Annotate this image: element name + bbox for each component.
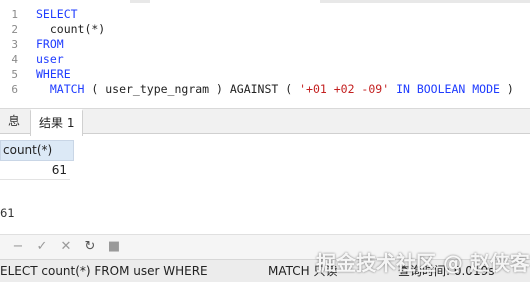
code-token: IN BOOLEAN MODE: [396, 82, 500, 96]
code-token: ): [499, 82, 514, 96]
check-icon[interactable]: ✓: [34, 239, 50, 255]
result-tabbar: 息 结果 1: [0, 109, 530, 136]
sql-editor[interactable]: 1 SELECT 2 count(*) 3 FROM 4 user 5 WHERE 6 MATCH…: [0, 3, 530, 109]
watermark: 掘金技术社区 @ 赵侠客: [316, 251, 530, 275]
code-text: count(*): [36, 22, 105, 37]
line-number: 6: [11, 83, 18, 96]
code-token: FROM: [36, 37, 64, 51]
table-cell[interactable]: 61: [0, 161, 70, 180]
refresh-icon[interactable]: ↻: [82, 239, 98, 255]
tab-result-1[interactable]: 结果 1: [30, 109, 84, 136]
code-token: ( user_type_ngram ) AGAINST (: [84, 82, 300, 96]
cancel-icon[interactable]: ✕: [58, 239, 74, 255]
minus-icon[interactable]: −: [10, 239, 26, 255]
code-token: '+01 +02 -09': [299, 82, 390, 96]
tab-info[interactable]: 息: [0, 109, 28, 133]
line-number: 5: [11, 68, 18, 81]
column-header-count[interactable]: count(*): [0, 140, 74, 161]
code-token: SELECT: [36, 7, 78, 21]
code-text: user: [36, 52, 64, 67]
stop-icon[interactable]: ■: [106, 239, 122, 255]
code-token: WHERE: [36, 67, 71, 81]
code-token: MATCH: [36, 82, 85, 96]
line-number: 2: [11, 23, 18, 36]
code-token: user: [36, 52, 64, 66]
line-number: 3: [11, 38, 18, 51]
code-token: count(*): [36, 22, 106, 36]
code-text: FROM: [36, 37, 64, 52]
row-count-text: 61: [0, 206, 15, 220]
line-number: 1: [11, 8, 18, 21]
line-number: 4: [11, 53, 18, 66]
status-query-text: ELECT count(*) FROM user WHERE: [0, 264, 208, 278]
code-text: MATCH ( user_type_ngram ) AGAINST ( '+01…: [36, 82, 514, 97]
code-text: WHERE: [36, 67, 71, 82]
code-text: SELECT: [36, 7, 78, 22]
